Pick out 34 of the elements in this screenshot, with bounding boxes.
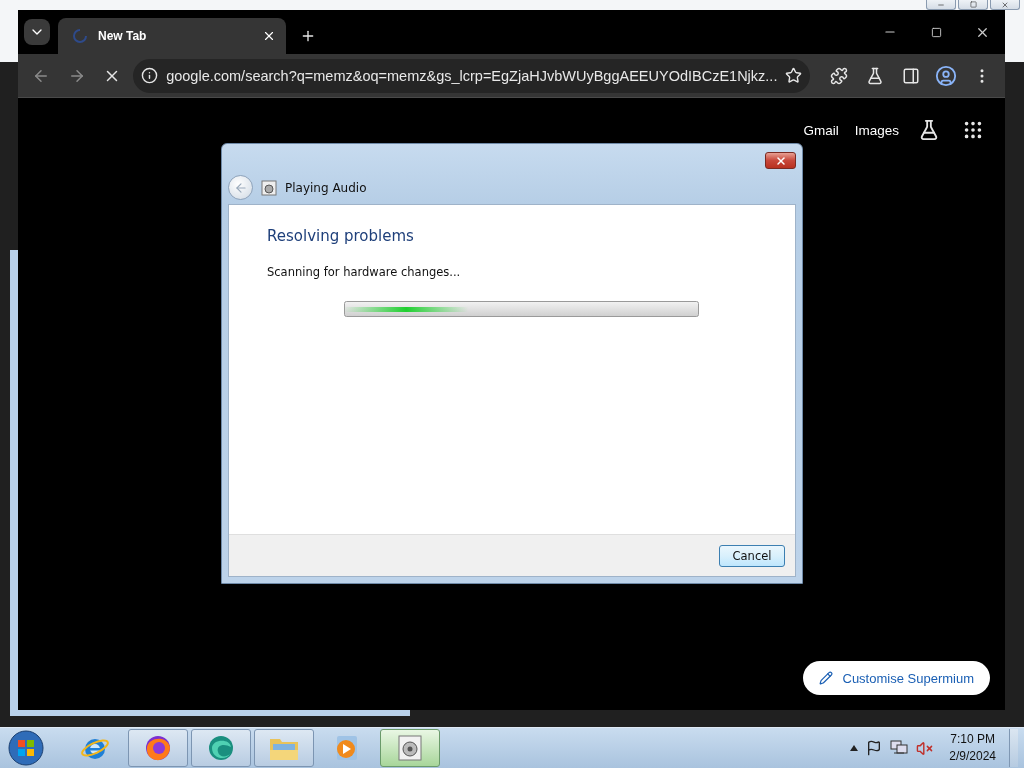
flag-icon[interactable]	[866, 740, 883, 756]
swirl-icon	[206, 733, 236, 763]
muted-speaker-icon[interactable]	[916, 739, 934, 757]
bookmark-star-icon[interactable]	[785, 67, 803, 84]
taskbar-app-button[interactable]	[380, 729, 440, 767]
taskbar-app-button[interactable]	[128, 729, 188, 767]
close-icon	[774, 154, 787, 167]
top-link[interactable]: Images	[854, 122, 899, 138]
show-hidden-icons-icon[interactable]	[850, 745, 859, 751]
close-button[interactable]	[765, 152, 796, 169]
speaker-window-icon	[261, 179, 277, 196]
maximize-icon[interactable]	[930, 26, 942, 38]
fox-globe-icon	[143, 733, 173, 763]
restore-icon	[969, 1, 977, 8]
clock[interactable]: 7:10 PM 2/9/2024	[949, 731, 996, 765]
top-link[interactable]: Gmail	[803, 122, 839, 138]
speaker-window-icon	[396, 734, 424, 762]
info-icon[interactable]	[141, 67, 159, 84]
dialog-heading: Resolving problems	[267, 227, 415, 245]
status-text: Scanning for hardware changes...	[267, 265, 462, 279]
address-bar[interactable]: google.com/search?q=memz&oq=memz&gs_lcrp=EgZjaHJvbWUyBggAEEUYOdIBCzE1Njkz...	[133, 58, 811, 93]
tab-search-button[interactable]	[24, 19, 50, 45]
close-button[interactable]	[990, 0, 1020, 10]
network-icon[interactable]	[890, 740, 909, 756]
loading-spinner-icon	[72, 28, 88, 44]
cancel-button[interactable]: Cancel	[719, 544, 785, 567]
taskbar-app-button[interactable]	[191, 729, 251, 767]
close-icon[interactable]	[262, 29, 276, 43]
customise-button[interactable]: Customise Supermium	[802, 661, 990, 695]
browser-tab[interactable]: New Tab	[58, 18, 286, 54]
start-button[interactable]	[6, 729, 46, 767]
dialog-title: Playing Audio	[285, 180, 367, 195]
pencil-icon	[818, 671, 833, 685]
close-icon	[1001, 0, 1009, 9]
